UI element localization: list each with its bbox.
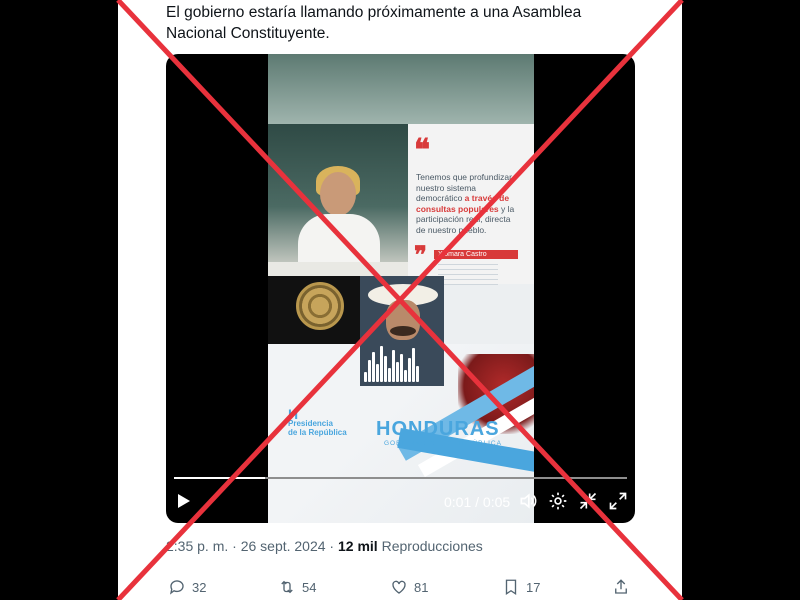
time-display: 0:01 / 0:05 xyxy=(444,494,511,510)
fullscreen-icon[interactable] xyxy=(608,491,628,511)
quote-text: Tenemos que profundizar nuestro sistema … xyxy=(416,172,515,235)
frame-top-band xyxy=(268,54,534,124)
views-label: Reproducciones xyxy=(377,538,483,554)
repost-count: 54 xyxy=(302,579,317,595)
waveform-bar xyxy=(372,352,375,382)
share-icon xyxy=(615,579,627,594)
podium xyxy=(268,262,408,276)
waveform-bar xyxy=(388,368,391,382)
tweet-text: El gobierno estaría llamando próximament… xyxy=(166,4,582,42)
presidency-logo-line1: Presidencia xyxy=(288,419,333,428)
open-quote-icon: ❝ xyxy=(414,133,431,168)
views-count: 12 mil xyxy=(338,538,378,554)
mustache xyxy=(390,326,416,336)
like-button[interactable]: 81 xyxy=(390,574,428,600)
share-button[interactable] xyxy=(612,574,630,600)
brand-subtitle: GOBIERNO DE LA REPÚBLICA xyxy=(384,440,502,447)
waveform-bar xyxy=(400,354,403,382)
waveform-bar xyxy=(364,372,367,382)
like-icon xyxy=(392,580,406,594)
tweet-timestamp[interactable]: 2:35 p. m. · 26 sept. 2024 · xyxy=(166,538,338,554)
volume-icon[interactable] xyxy=(518,491,538,511)
waveform-bar xyxy=(384,356,387,382)
tweet-meta: 2:35 p. m. · 26 sept. 2024 · 12 mil Repr… xyxy=(166,538,483,554)
settings-icon[interactable] xyxy=(548,491,568,511)
presidency-logo-mark: H xyxy=(288,406,299,422)
video-controls: 0:01 / 0:05 xyxy=(166,490,635,514)
tweet-actions: 32 54 81 17 xyxy=(166,574,636,600)
presidency-logo: H Presidencia de la República xyxy=(288,406,347,437)
quote-author: Xiomara Castro xyxy=(434,250,518,259)
bookmark-button[interactable]: 17 xyxy=(502,574,540,600)
presidency-logo-line2: de la República xyxy=(288,428,347,437)
waveform-bar xyxy=(380,346,383,382)
author-caption-lines xyxy=(438,264,498,286)
speaker-face xyxy=(320,172,356,216)
reply-count: 32 xyxy=(192,579,207,595)
waveform-bar xyxy=(368,360,371,382)
waveform-bar xyxy=(376,364,379,382)
waveform-bar xyxy=(404,370,407,382)
waveform-bar xyxy=(408,358,411,382)
video-player[interactable]: ❝ Tenemos que profundizar nuestro sistem… xyxy=(166,54,635,523)
repost-button[interactable]: 54 xyxy=(278,574,316,600)
waveform-bar xyxy=(392,350,395,382)
bookmark-icon xyxy=(505,579,517,596)
progress-fill xyxy=(174,477,265,479)
play-icon[interactable] xyxy=(178,494,190,508)
waveform-bar xyxy=(396,362,399,382)
bookmark-count: 17 xyxy=(526,579,541,595)
video-frame: ❝ Tenemos que profundizar nuestro sistem… xyxy=(268,54,534,523)
un-emblem-icon xyxy=(296,282,344,330)
waveform-bar xyxy=(412,348,415,382)
brand-title: HONDURAS xyxy=(376,418,500,440)
reply-icon xyxy=(169,580,184,595)
waveform-bar xyxy=(416,366,419,382)
reply-button[interactable]: 32 xyxy=(168,574,206,600)
audio-waveform-icon xyxy=(364,340,420,382)
progress-bar[interactable] xyxy=(174,477,627,479)
minimize-icon[interactable] xyxy=(578,491,598,511)
repost-icon xyxy=(281,580,293,594)
like-count: 81 xyxy=(414,579,429,595)
close-quote-icon: ❞ xyxy=(414,240,427,269)
